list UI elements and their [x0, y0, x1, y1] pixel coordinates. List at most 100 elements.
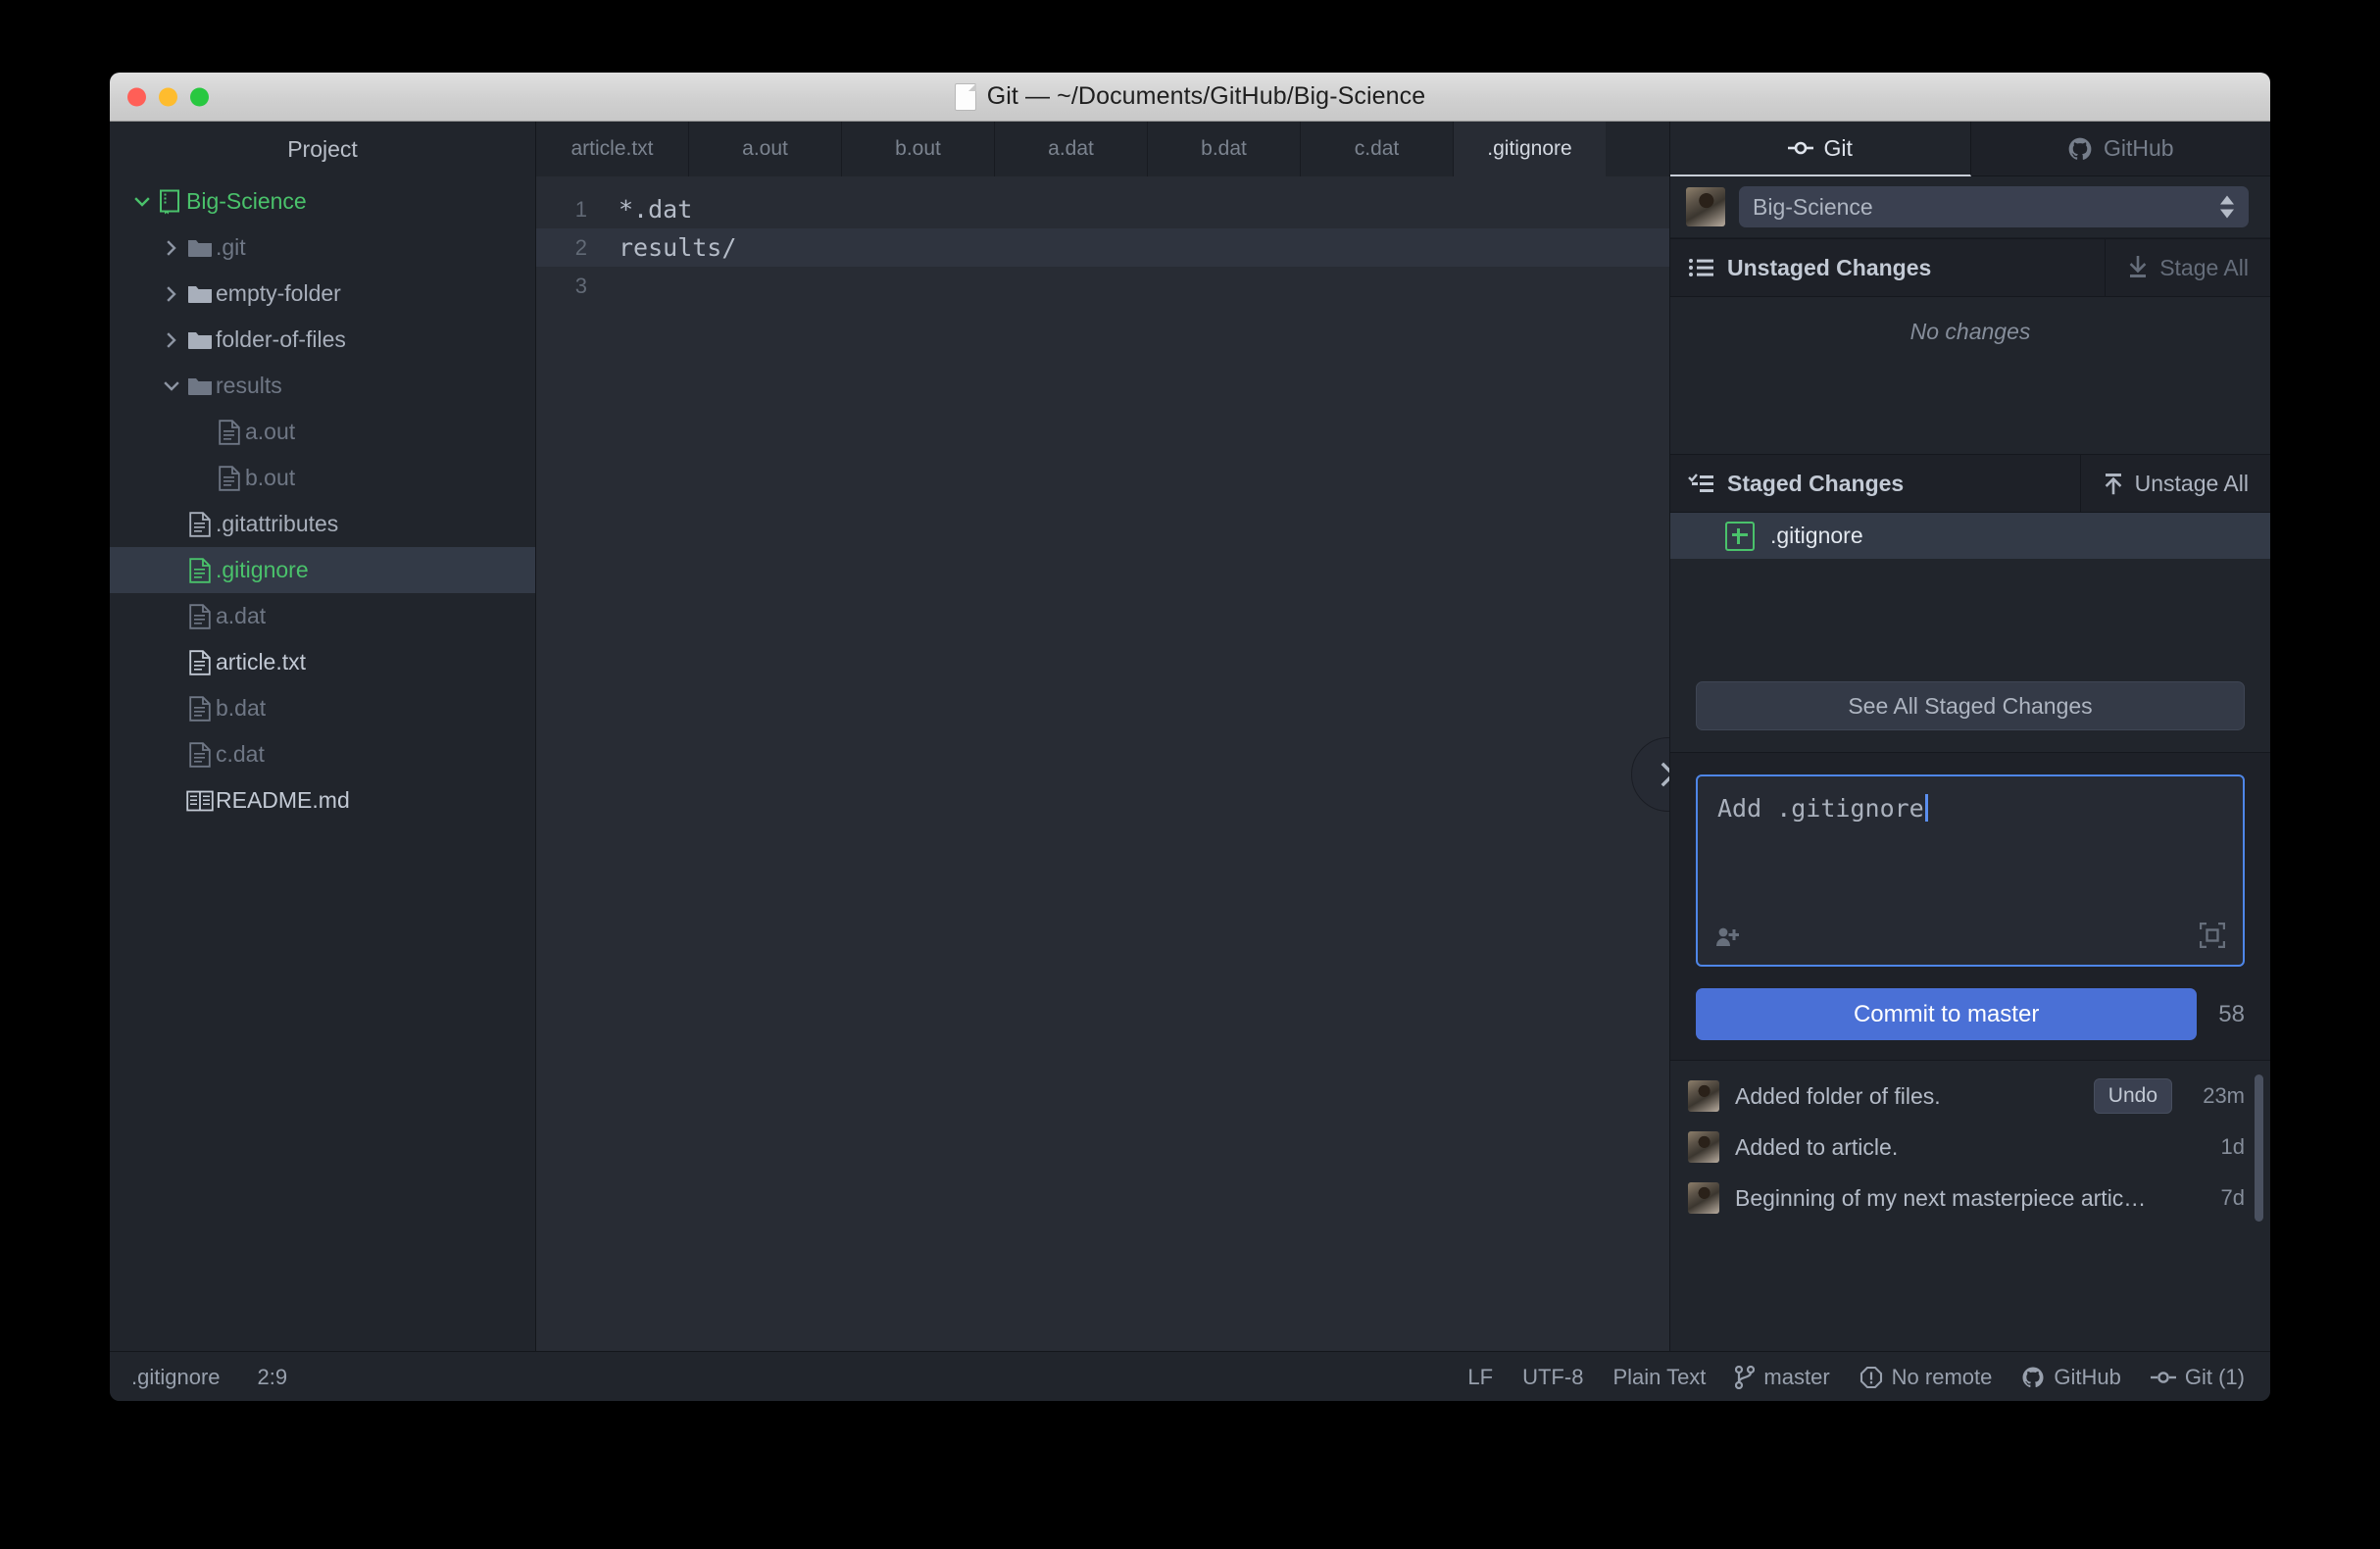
- status-cursor-position[interactable]: 2:9: [258, 1365, 288, 1390]
- editor-tab-label: a.out: [742, 137, 788, 160]
- chevron-down-icon: [164, 380, 179, 391]
- tree-item-dot-gitattributes[interactable]: .gitattributes: [110, 501, 535, 547]
- status-file[interactable]: .gitignore: [131, 1365, 221, 1390]
- undo-button[interactable]: Undo: [2093, 1078, 2172, 1114]
- tree-item-dot-git[interactable]: .git: [110, 225, 535, 271]
- history-scrollbar[interactable]: [2255, 1074, 2263, 1222]
- document-icon: [954, 82, 976, 111]
- code-content[interactable]: 1 *.dat 2 results/3: [536, 190, 1669, 305]
- window-title-group: Git — ~/Documents/GitHub/Big-Science: [110, 82, 2270, 111]
- arrow-up-to-line-icon: [2105, 474, 2121, 495]
- file-icon: [189, 511, 211, 537]
- tree-item-label: c.dat: [216, 741, 265, 767]
- tree-item-label: b.out: [245, 465, 296, 490]
- tree-item-empty-folder[interactable]: empty-folder: [110, 271, 535, 317]
- git-commit-icon: [1787, 141, 1813, 155]
- git-panel-tabs[interactable]: Git GitHub: [1670, 122, 2270, 176]
- tree-item-article-txt[interactable]: article.txt: [110, 639, 535, 685]
- repository-select[interactable]: Big-Science: [1739, 186, 2249, 227]
- tree-item-folder-of-files[interactable]: folder-of-files: [110, 317, 535, 363]
- tree-item-dot-gitignore[interactable]: .gitignore: [110, 547, 535, 593]
- stage-all-label: Stage All: [2159, 254, 2249, 280]
- folder-icon: [188, 331, 212, 349]
- add-coauthor-icon[interactable]: [1715, 926, 1740, 953]
- editor-column: article.txt a.out b.out a.dat b.dat c.dat .git…: [536, 122, 1706, 1351]
- staged-changes-body[interactable]: .gitignore: [1670, 513, 2270, 681]
- commit-history-row[interactable]: Added to article. 1d: [1670, 1122, 2270, 1173]
- tree-chevron[interactable]: [129, 192, 155, 212]
- line-number: 3: [574, 273, 587, 298]
- unstaged-title-group: Unstaged Changes: [1670, 255, 2105, 281]
- tree-item-label: .git: [216, 234, 246, 260]
- tree-item-c-dat[interactable]: c.dat: [110, 731, 535, 777]
- staged-file-name: .gitignore: [1770, 523, 1863, 548]
- status-branch[interactable]: master: [1735, 1365, 1830, 1390]
- git-panel: Git GitHub Big-Science Unstaged Changes …: [1669, 122, 2270, 1351]
- staged-changes-header: Staged Changes Unstage All: [1670, 454, 2270, 513]
- tree-item-README-md[interactable]: README.md: [110, 777, 535, 824]
- editor-tab-dot-gitignore[interactable]: .gitignore: [1454, 122, 1606, 176]
- status-line-ending[interactable]: LF: [1467, 1365, 1493, 1390]
- folder-icon: [188, 377, 212, 395]
- code-line[interactable]: 2 results/: [536, 228, 1669, 267]
- file-icon: [219, 419, 240, 445]
- tree-chevron[interactable]: [159, 238, 184, 258]
- code-editor[interactable]: 1 *.dat 2 results/3: [536, 176, 1669, 1351]
- tree-item-icon: [184, 283, 216, 305]
- checklist-icon: [1688, 474, 1713, 492]
- status-github[interactable]: GitHub: [2021, 1365, 2121, 1390]
- tree-item-icon: [184, 511, 216, 537]
- editor-tab-a-out[interactable]: a.out: [689, 122, 842, 176]
- tab-github-label: GitHub: [2103, 135, 2174, 161]
- tree-item-icon: [214, 465, 245, 491]
- staged-title: Staged Changes: [1727, 470, 1905, 496]
- tree-chevron[interactable]: [159, 330, 184, 350]
- tree-item-label: .gitattributes: [216, 511, 339, 536]
- tree-item-results[interactable]: results: [110, 363, 535, 409]
- stepper-icon: [2219, 195, 2235, 219]
- commit-history-row[interactable]: Added folder of files. Undo 23m: [1670, 1071, 2270, 1122]
- tree-item-a-dat[interactable]: a.dat: [110, 593, 535, 639]
- stage-all-button[interactable]: Stage All: [2105, 239, 2270, 296]
- code-line[interactable]: 3: [536, 267, 1669, 305]
- tree-item-b-out[interactable]: b.out: [110, 455, 535, 501]
- unstage-all-button[interactable]: Unstage All: [2079, 455, 2270, 512]
- expand-icon[interactable]: [2199, 922, 2226, 953]
- git-branch-icon: [1735, 1366, 1756, 1389]
- line-number: 1: [574, 196, 587, 222]
- editor-tab-bar[interactable]: article.txt a.out b.out a.dat b.dat c.dat .git…: [536, 122, 1669, 176]
- status-encoding[interactable]: UTF-8: [1522, 1365, 1583, 1390]
- editor-tab-a-dat[interactable]: a.dat: [995, 122, 1148, 176]
- editor-tab-article-txt[interactable]: article.txt: [536, 122, 689, 176]
- staged-file-row[interactable]: .gitignore: [1670, 513, 2270, 559]
- tree-item-icon: [184, 329, 216, 351]
- line-text: *.dat: [619, 195, 693, 224]
- file-tree[interactable]: Big-Science .git empty-folder folder-of-fil…: [110, 176, 535, 824]
- tab-github[interactable]: GitHub: [1970, 122, 2270, 176]
- commit-history-row[interactable]: Beginning of my next masterpiece artic… 7…: [1670, 1173, 2270, 1224]
- see-all-staged-changes-button[interactable]: See All Staged Changes: [1696, 681, 2245, 730]
- editor-tab-b-out[interactable]: b.out: [842, 122, 995, 176]
- status-remote[interactable]: No remote: [1859, 1365, 1992, 1390]
- octocat-icon: [2022, 1367, 2044, 1388]
- status-git[interactable]: Git (1): [2150, 1365, 2245, 1390]
- tree-item-b-dat[interactable]: b.dat: [110, 685, 535, 731]
- code-line[interactable]: 1 *.dat: [536, 190, 1669, 228]
- commit-message-input[interactable]: Add .gitignore: [1696, 774, 2245, 967]
- editor-tab-label: .gitignore: [1487, 137, 1572, 160]
- tree-item-label: empty-folder: [216, 280, 341, 306]
- commit-age: 1d: [2220, 1134, 2245, 1159]
- commit-history-list[interactable]: Added folder of files. Undo 23m Added to ar…: [1670, 1060, 2270, 1351]
- commit-button[interactable]: Commit to master: [1696, 988, 2198, 1040]
- tree-item-a-out[interactable]: a.out: [110, 409, 535, 455]
- editor-tab-b-dat[interactable]: b.dat: [1148, 122, 1301, 176]
- tree-item-Big-Science[interactable]: Big-Science: [110, 178, 535, 225]
- tab-git[interactable]: Git: [1670, 122, 1971, 176]
- staged-title-group: Staged Changes: [1670, 471, 2080, 497]
- tree-chevron[interactable]: [159, 376, 184, 396]
- editor-tab-c-dat[interactable]: c.dat: [1301, 122, 1454, 176]
- file-icon: [189, 557, 211, 583]
- avatar: [1686, 187, 1725, 226]
- tree-chevron[interactable]: [159, 284, 184, 304]
- status-language[interactable]: Plain Text: [1612, 1365, 1706, 1390]
